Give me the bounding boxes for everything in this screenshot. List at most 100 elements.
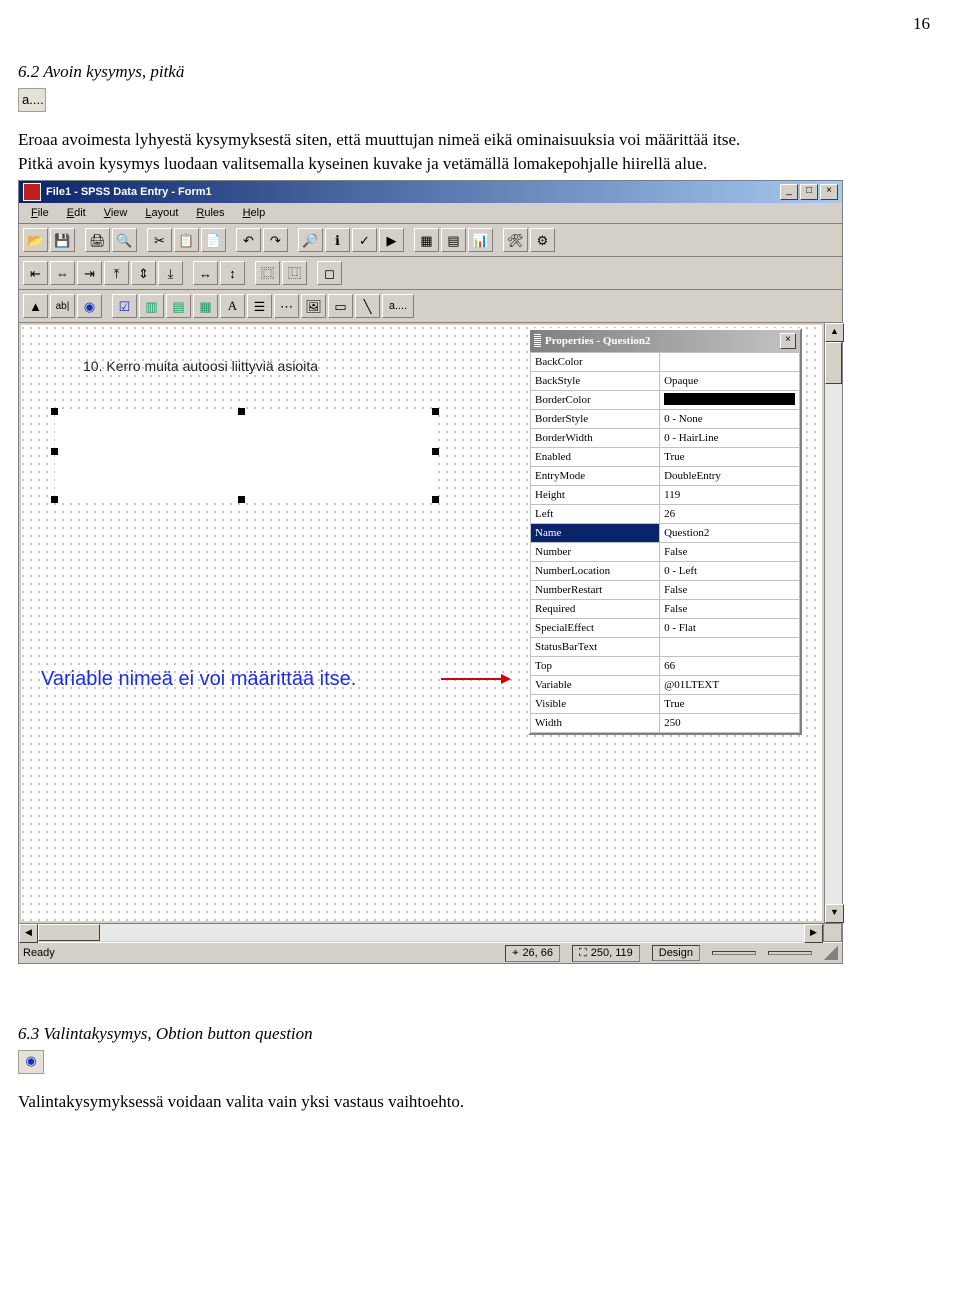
property-row[interactable]: Left26: [531, 505, 800, 524]
property-value[interactable]: 26: [660, 505, 800, 524]
menu-view[interactable]: View: [96, 205, 136, 221]
property-name[interactable]: Required: [531, 600, 660, 619]
selection-handle[interactable]: [51, 448, 58, 455]
selection-handle[interactable]: [51, 496, 58, 503]
grid-icon[interactable]: ▦: [414, 228, 439, 252]
rect-tool-icon[interactable]: ▭: [328, 294, 353, 318]
properties-icon[interactable]: ℹ: [325, 228, 350, 252]
selection-handle[interactable]: [432, 496, 439, 503]
menu-file[interactable]: File: [23, 205, 57, 221]
property-name[interactable]: BorderStyle: [531, 410, 660, 429]
textbox-tool-icon[interactable]: ab|: [50, 294, 75, 318]
property-name[interactable]: Width: [531, 714, 660, 733]
cut-icon[interactable]: ✂: [147, 228, 172, 252]
print-icon[interactable]: 🖨: [85, 228, 110, 252]
close-button[interactable]: ×: [820, 184, 838, 200]
menu-rules[interactable]: Rules: [188, 205, 232, 221]
scroll-up-button[interactable]: ▲: [825, 323, 844, 342]
property-value[interactable]: 0 - Flat: [660, 619, 800, 638]
property-name[interactable]: BackColor: [531, 353, 660, 372]
combo-tool-icon[interactable]: ☰: [247, 294, 272, 318]
menu-help[interactable]: Help: [235, 205, 274, 221]
property-name[interactable]: NumberLocation: [531, 562, 660, 581]
align-bottom-icon[interactable]: ⤓: [158, 261, 183, 285]
property-value[interactable]: False: [660, 600, 800, 619]
ungroup-icon[interactable]: ⿶: [282, 261, 307, 285]
scroll-down-button[interactable]: ▼: [825, 904, 844, 923]
form-canvas[interactable]: 10. Kerro muita autoosi liittyviä asioit…: [21, 325, 822, 921]
property-name[interactable]: Variable: [531, 676, 660, 695]
property-value[interactable]: [660, 638, 800, 657]
property-row[interactable]: EnabledTrue: [531, 448, 800, 467]
property-value[interactable]: 0 - Left: [660, 562, 800, 581]
selection-handle[interactable]: [432, 448, 439, 455]
property-row[interactable]: RequiredFalse: [531, 600, 800, 619]
copy-icon[interactable]: 📋: [174, 228, 199, 252]
line-tool-icon[interactable]: ╲: [355, 294, 380, 318]
property-value[interactable]: 0 - HairLine: [660, 429, 800, 448]
tools-icon[interactable]: 🛠: [503, 228, 528, 252]
property-name[interactable]: Visible: [531, 695, 660, 714]
property-value[interactable]: 119: [660, 486, 800, 505]
property-name[interactable]: StatusBarText: [531, 638, 660, 657]
property-value[interactable]: [660, 353, 800, 372]
options-icon[interactable]: ⚙: [530, 228, 555, 252]
crop-icon[interactable]: ◻: [317, 261, 342, 285]
chart-icon[interactable]: 📊: [468, 228, 493, 252]
align-left-icon[interactable]: ⇤: [23, 261, 48, 285]
property-name[interactable]: BorderColor: [531, 391, 660, 410]
find-icon[interactable]: 🔎: [298, 228, 323, 252]
property-name[interactable]: BackStyle: [531, 372, 660, 391]
property-value[interactable]: Opaque: [660, 372, 800, 391]
property-name[interactable]: Number: [531, 543, 660, 562]
property-name[interactable]: Top: [531, 657, 660, 676]
property-row[interactable]: BorderColor: [531, 391, 800, 410]
open-icon[interactable]: 📂: [23, 228, 48, 252]
selection-handle[interactable]: [432, 408, 439, 415]
align-right-icon[interactable]: ⇥: [77, 261, 102, 285]
minimize-button[interactable]: _: [780, 184, 798, 200]
radio-tool-icon[interactable]: ◉: [77, 294, 102, 318]
same-width-icon[interactable]: ↔: [193, 261, 218, 285]
property-name[interactable]: EntryMode: [531, 467, 660, 486]
paste-icon[interactable]: 📄: [201, 228, 226, 252]
long-text-field[interactable]: [55, 412, 435, 498]
scroll-thumb[interactable]: [825, 342, 842, 384]
properties-panel[interactable]: Properties - Question2 × BackColorBackSt…: [528, 328, 802, 735]
align-top-icon[interactable]: ⤒: [104, 261, 129, 285]
property-row[interactable]: Height119: [531, 486, 800, 505]
property-value[interactable]: True: [660, 448, 800, 467]
window-titlebar[interactable]: File1 - SPSS Data Entry - Form1 _ □ ×: [19, 181, 842, 203]
resize-grip-icon[interactable]: [824, 946, 838, 960]
property-row[interactable]: VisibleTrue: [531, 695, 800, 714]
list2-tool-icon[interactable]: ▤: [166, 294, 191, 318]
selection-handle[interactable]: [51, 408, 58, 415]
color-swatch[interactable]: [664, 355, 795, 367]
property-name[interactable]: BorderWidth: [531, 429, 660, 448]
grip-icon[interactable]: [534, 334, 541, 348]
property-row[interactable]: NameQuestion2: [531, 524, 800, 543]
property-value[interactable]: [660, 391, 800, 410]
property-value[interactable]: False: [660, 581, 800, 600]
property-value[interactable]: 66: [660, 657, 800, 676]
property-name[interactable]: SpecialEffect: [531, 619, 660, 638]
group-icon[interactable]: ⿴: [255, 261, 280, 285]
property-value[interactable]: 0 - None: [660, 410, 800, 429]
property-row[interactable]: Top66: [531, 657, 800, 676]
scroll-track[interactable]: [825, 384, 842, 904]
list1-tool-icon[interactable]: ▥: [139, 294, 164, 318]
scroll-left-button[interactable]: ◀: [19, 924, 38, 943]
selection-handle[interactable]: [238, 496, 245, 503]
undo-icon[interactable]: ↶: [236, 228, 261, 252]
property-name[interactable]: Name: [531, 524, 660, 543]
menu-edit[interactable]: Edit: [59, 205, 94, 221]
grid-tool-icon[interactable]: ▦: [193, 294, 218, 318]
menu-layout[interactable]: Layout: [137, 205, 186, 221]
properties-titlebar[interactable]: Properties - Question2 ×: [530, 330, 800, 352]
property-row[interactable]: BackStyleOpaque: [531, 372, 800, 391]
property-name[interactable]: Left: [531, 505, 660, 524]
save-icon[interactable]: 💾: [50, 228, 75, 252]
property-row[interactable]: SpecialEffect0 - Flat: [531, 619, 800, 638]
property-row[interactable]: NumberFalse: [531, 543, 800, 562]
properties-table[interactable]: BackColorBackStyleOpaqueBorderColorBorde…: [530, 352, 800, 733]
